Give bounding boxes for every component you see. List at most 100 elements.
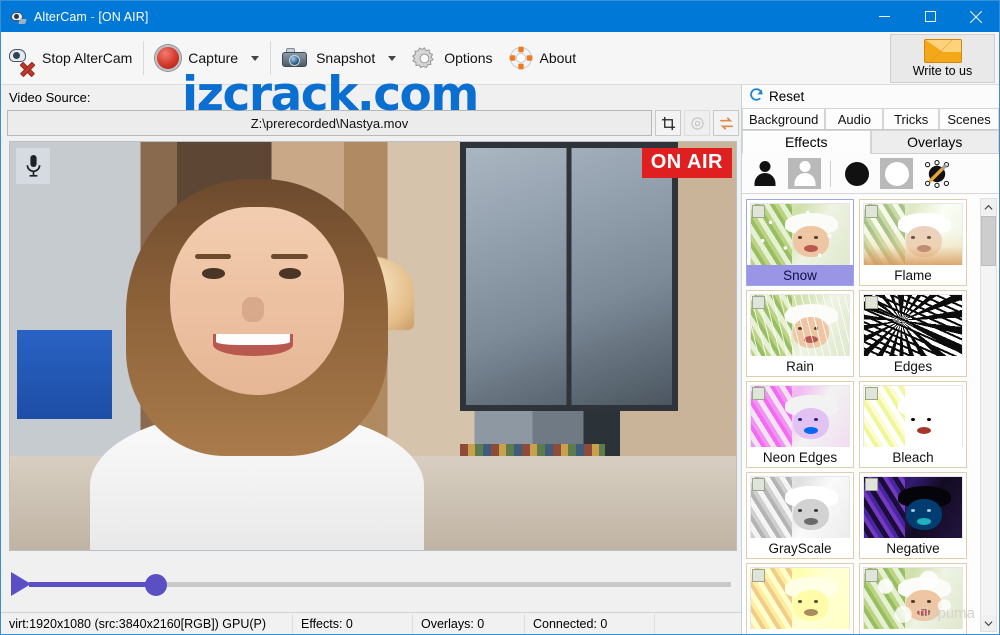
effect-thumbnail: [863, 385, 963, 448]
swap-source-button[interactable]: [713, 110, 739, 136]
about-button[interactable]: About: [501, 36, 585, 80]
envelope-icon: [923, 39, 962, 63]
effect-item[interactable]: GrayScale: [746, 472, 854, 559]
effects-scrollbar[interactable]: [980, 198, 997, 632]
tab-overlays[interactable]: Overlays: [870, 130, 999, 154]
effect-checkbox[interactable]: [752, 387, 765, 400]
slider-handle[interactable]: [145, 574, 167, 596]
source-settings-button[interactable]: [684, 110, 710, 136]
video-source-label: Video Source:: [9, 90, 91, 105]
snapshot-label: Snapshot: [316, 50, 376, 66]
altercam-window: AlterCam - [ON AIR] Stop AlterCam Captur…: [0, 0, 1000, 635]
minimize-icon[interactable]: [861, 1, 907, 32]
gear-icon: [412, 46, 437, 71]
effect-checkbox[interactable]: [752, 569, 765, 582]
effect-name: Neon Edges: [747, 447, 853, 467]
play-icon[interactable]: [11, 572, 31, 596]
effect-item[interactable]: Snow: [746, 199, 854, 286]
effect-name: Bleach: [860, 447, 966, 467]
effect-item[interactable]: Bubbles: [859, 563, 967, 634]
effect-thumbnail: [750, 294, 850, 357]
main-toolbar: Stop AlterCam Capture Snapshot Options A…: [1, 32, 999, 85]
tab-background-label: Background: [749, 111, 819, 127]
stop-altercam-label: Stop AlterCam: [42, 50, 133, 66]
effect-item[interactable]: Sepia: [746, 563, 854, 634]
effect-item[interactable]: Bleach: [859, 381, 967, 468]
tab-audio-label: Audio: [837, 111, 871, 127]
window-title: AlterCam - [ON AIR]: [34, 10, 148, 24]
effects-list[interactable]: Snow Flame Rain Edges Neon Edges Bleach …: [742, 196, 999, 634]
tab-tricks-label: Tricks: [894, 111, 929, 127]
about-label: About: [539, 50, 577, 66]
effect-checkbox[interactable]: [865, 296, 878, 309]
toolbar-separator: [270, 41, 272, 75]
tab-audio[interactable]: Audio: [825, 108, 884, 129]
status-connected-count: Connected: 0: [525, 613, 655, 634]
effect-thumbnail: [863, 294, 963, 357]
tab-strip-primary: Background Audio Tricks Scenes: [742, 108, 999, 130]
person-on-background-icon[interactable]: [788, 158, 821, 189]
effect-item[interactable]: Neon Edges: [746, 381, 854, 468]
microphone-icon[interactable]: [16, 148, 50, 184]
app-logo-icon: [10, 8, 27, 25]
window-controls: [861, 1, 999, 32]
effect-item[interactable]: Flame: [859, 199, 967, 286]
effect-item[interactable]: Edges: [859, 290, 967, 377]
effect-thumbnail: [750, 203, 850, 266]
effect-name: Rain: [747, 356, 853, 376]
toolbar-separator: [143, 41, 145, 75]
effect-name: Snow: [747, 265, 853, 285]
effect-item[interactable]: Negative: [859, 472, 967, 559]
capture-button[interactable]: Capture: [147, 36, 267, 80]
title-bar: AlterCam - [ON AIR]: [1, 1, 999, 32]
chevron-down-icon[interactable]: [981, 615, 996, 631]
capture-label: Capture: [188, 50, 239, 66]
black-circle-icon[interactable]: [840, 158, 873, 189]
options-button[interactable]: Options: [404, 36, 500, 80]
crop-button[interactable]: [655, 110, 681, 136]
reset-button[interactable]: Reset: [742, 85, 999, 108]
timeline-slider[interactable]: [1, 555, 743, 615]
effect-checkbox[interactable]: [752, 205, 765, 218]
effect-name: Sepia: [747, 629, 853, 634]
effect-checkbox[interactable]: [865, 478, 878, 491]
effect-thumbnail: [863, 203, 963, 266]
effects-toolbar-separator: [830, 160, 831, 187]
status-spacer: [655, 614, 743, 634]
left-pane: Video Source: Z:\prerecorded\Nastya.mov: [1, 85, 743, 634]
preview-blue-panel-prop: [17, 329, 112, 420]
close-icon[interactable]: [953, 1, 999, 32]
person-silhouette-icon[interactable]: [748, 158, 781, 189]
white-circle-on-gray-icon[interactable]: [880, 158, 913, 189]
tab-background[interactable]: Background: [742, 108, 826, 129]
video-source-path-input[interactable]: Z:\prerecorded\Nastya.mov: [7, 110, 652, 136]
stop-altercam-button[interactable]: Stop AlterCam: [1, 36, 140, 80]
snapshot-button[interactable]: Snapshot: [274, 36, 404, 80]
on-air-badge: ON AIR: [641, 148, 732, 178]
tab-scenes[interactable]: Scenes: [939, 108, 999, 129]
effect-checkbox[interactable]: [752, 296, 765, 309]
maximize-icon[interactable]: [907, 1, 953, 32]
tab-tricks[interactable]: Tricks: [883, 108, 940, 129]
effect-thumbnail: [750, 385, 850, 448]
write-to-us-label: Write to us: [912, 64, 973, 78]
chevron-up-icon[interactable]: [981, 199, 996, 215]
snapshot-dropdown-caret-icon[interactable]: [388, 55, 397, 61]
tab-effects[interactable]: Effects: [742, 130, 871, 154]
capture-dropdown-caret-icon[interactable]: [251, 55, 260, 61]
video-preview[interactable]: ON AIR: [9, 141, 737, 551]
preview-person-nose: [242, 297, 265, 322]
effect-checkbox[interactable]: [752, 478, 765, 491]
effects-toolbar: [742, 154, 999, 194]
write-to-us-button[interactable]: Write to us: [890, 34, 995, 83]
effects-grid: Snow Flame Rain Edges Neon Edges Bleach …: [746, 199, 968, 634]
stop-camera-icon: [9, 46, 36, 77]
effect-checkbox[interactable]: [865, 387, 878, 400]
preview-person-eye-left: [202, 268, 225, 280]
scrollbar-thumb[interactable]: [981, 216, 996, 266]
effect-item[interactable]: Rain: [746, 290, 854, 377]
effect-checkbox[interactable]: [865, 205, 878, 218]
edit-mask-pencil-icon[interactable]: [920, 158, 953, 189]
status-bar: virt:1920x1080 (src:3840x2160[RGB]) GPU(…: [1, 612, 743, 634]
effect-checkbox[interactable]: [865, 569, 878, 582]
